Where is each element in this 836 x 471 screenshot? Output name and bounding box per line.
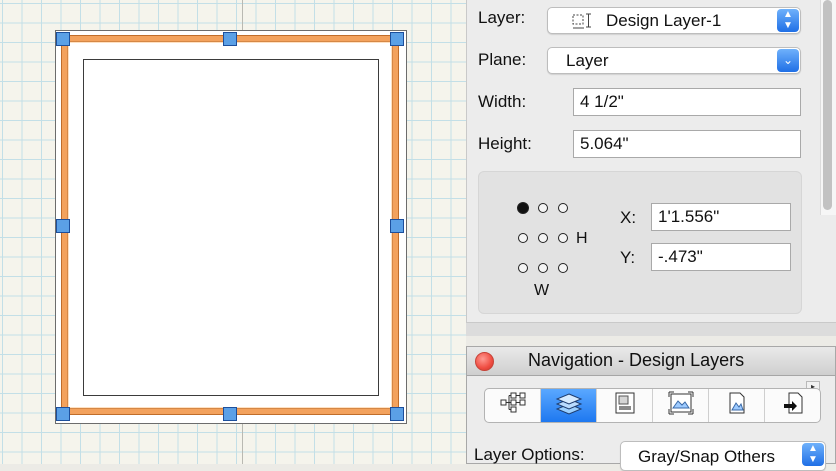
layer-icon <box>572 12 592 37</box>
ref-point-bottom-left[interactable] <box>518 263 528 273</box>
sheet-layer-icon <box>613 391 637 420</box>
ref-point-top-right[interactable] <box>558 203 568 213</box>
tab-saved-views[interactable] <box>709 389 765 422</box>
ref-point-bottom-right[interactable] <box>558 263 568 273</box>
panel-bottom-edge <box>466 322 836 336</box>
width-field[interactable]: 4 1/2" <box>573 88 801 116</box>
navigation-tabs <box>484 388 821 423</box>
ref-point-top-center[interactable] <box>538 203 548 213</box>
layer-value: Design Layer-1 <box>606 11 722 30</box>
reference-icon <box>780 390 806 421</box>
resize-handle-bottom-left[interactable] <box>56 407 70 421</box>
plane-label: Plane: <box>478 50 527 69</box>
chevron-down-icon: ⌄ <box>777 49 799 72</box>
layer-stepper-icon: ▲ ▼ <box>777 9 799 32</box>
height-label: Height: <box>478 134 532 153</box>
frame-picture-area <box>83 59 379 396</box>
layer-options-stepper-icon: ▲ ▼ <box>802 443 824 466</box>
width-label: Width: <box>478 92 527 111</box>
tab-references[interactable] <box>765 389 820 422</box>
resize-handle-bottom-right[interactable] <box>390 407 404 421</box>
resize-handle-middle-left[interactable] <box>56 219 70 233</box>
resize-handle-bottom-center[interactable] <box>223 407 237 421</box>
ref-point-bottom-center[interactable] <box>538 263 548 273</box>
ref-point-middle-right[interactable] <box>558 233 568 243</box>
layer-popup[interactable]: Design Layer-1 ▲ ▼ <box>547 7 801 34</box>
x-label: X: <box>620 208 637 227</box>
ref-point-middle-left[interactable] <box>518 233 528 243</box>
layer-options-value: Gray/Snap Others <box>638 447 776 466</box>
ref-point-center[interactable] <box>538 233 548 243</box>
h-label: H <box>576 230 588 247</box>
navigation-title: Navigation - Design Layers <box>528 350 745 370</box>
resize-handle-middle-right[interactable] <box>390 219 404 233</box>
panel-scroll-thumb[interactable] <box>823 0 832 210</box>
height-field[interactable]: 5.064" <box>573 130 801 158</box>
tab-classes[interactable] <box>485 389 541 422</box>
viewport-icon <box>667 391 695 420</box>
y-field[interactable]: -.473" <box>651 243 791 271</box>
resize-handle-top-left[interactable] <box>56 32 70 46</box>
resize-handle-top-center[interactable] <box>223 32 237 46</box>
tab-design-layers[interactable] <box>541 389 597 422</box>
saved-view-icon <box>725 391 749 420</box>
w-label: W <box>534 282 550 299</box>
class-hierarchy-icon <box>499 391 527 420</box>
plane-value: Layer <box>566 51 609 70</box>
tab-viewports[interactable] <box>653 389 709 422</box>
layer-options-label: Layer Options: <box>474 445 585 464</box>
tab-sheet-layers[interactable] <box>597 389 653 422</box>
stacked-layers-icon <box>555 390 583 421</box>
close-icon[interactable] <box>475 352 494 371</box>
ref-point-top-left[interactable] <box>517 202 529 214</box>
reference-point-selector[interactable] <box>514 199 604 304</box>
y-label: Y: <box>620 248 636 267</box>
x-field[interactable]: 1'1.556" <box>651 203 791 231</box>
layer-label: Layer: <box>478 8 526 27</box>
plane-popup[interactable]: Layer ⌄ <box>547 47 801 74</box>
layer-options-popup[interactable]: Gray/Snap Others ▲ ▼ <box>620 441 826 471</box>
resize-handle-top-right[interactable] <box>390 32 404 46</box>
